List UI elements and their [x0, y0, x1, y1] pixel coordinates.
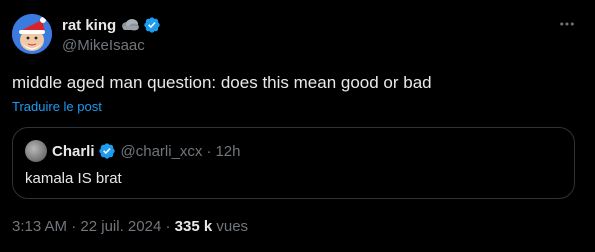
quoted-display-name[interactable]: Charli	[52, 143, 95, 160]
quoted-verified-badge-icon[interactable]	[98, 142, 116, 160]
quoted-handle[interactable]: @charli_xcx	[121, 143, 203, 160]
author-display-name[interactable]: rat king	[62, 17, 116, 34]
translate-link[interactable]: Traduire le post	[12, 98, 102, 116]
quoted-avatar[interactable]	[25, 140, 47, 162]
author-name-row: rat king	[62, 15, 579, 35]
tweet-time[interactable]: 3:13 AM	[12, 218, 67, 235]
quoted-tweet-card[interactable]: Charli @charli_xcx · 12h kamala IS brat	[12, 127, 575, 199]
quoted-separator: ·	[206, 142, 212, 160]
tweet-header: rat king @MikeIsaac	[62, 15, 579, 56]
quoted-tweet-text: kamala IS brat	[25, 170, 122, 187]
quoted-time[interactable]: 12h	[215, 143, 240, 160]
more-horizontal-icon[interactable]	[555, 14, 579, 34]
avatar[interactable]	[12, 14, 52, 54]
meta-separator-1: ·	[67, 218, 81, 235]
tweet-meta: 3:13 AM · 22 juil. 2024 · 335 k vues	[12, 217, 248, 237]
views-count: 335 k	[174, 218, 213, 235]
verified-badge-icon[interactable]	[143, 16, 161, 34]
author-handle[interactable]: @MikeIsaac	[62, 36, 579, 56]
tweet-text: middle aged man question: does this mean…	[12, 73, 432, 92]
santa-avatar-icon	[12, 14, 52, 54]
rain-cloud-emoji-icon	[120, 18, 140, 32]
views-label: vues	[212, 218, 249, 235]
tweet-date[interactable]: 22 juil. 2024	[80, 218, 161, 235]
meta-separator-2: ·	[161, 218, 175, 235]
quoted-tweet-header: Charli @charli_xcx · 12h	[25, 140, 240, 162]
